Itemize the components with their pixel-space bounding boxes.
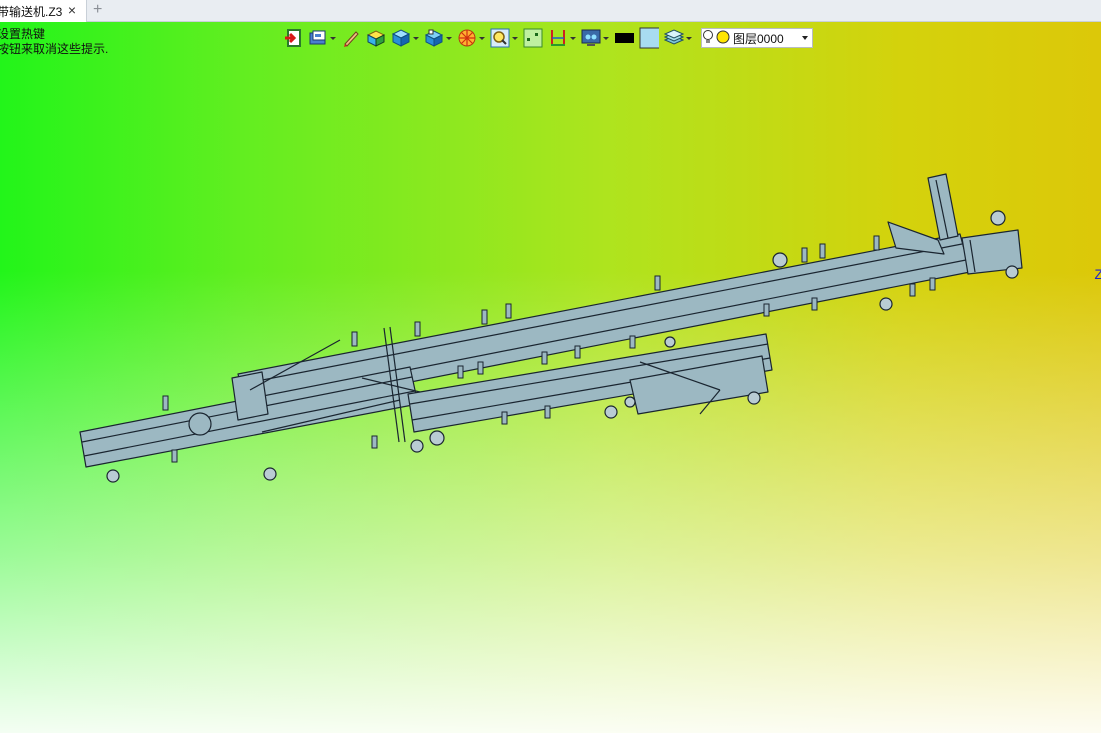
- solid-button[interactable]: [391, 28, 419, 48]
- transform-button[interactable]: [424, 28, 452, 48]
- 3d-viewport[interactable]: 设置热键 按钮来取消这些提示. Z 图层0000: [0, 22, 1101, 733]
- end-roller: [188, 412, 212, 436]
- left-block: [231, 371, 269, 421]
- chevron-down-icon[interactable]: [330, 36, 336, 40]
- document-tab-label: 带输送机.Z3: [0, 4, 63, 19]
- add-tab-icon[interactable]: +: [93, 1, 102, 19]
- chevron-down-icon[interactable]: [512, 36, 518, 40]
- chevron-down-icon[interactable]: [479, 36, 485, 40]
- main-toolbar: 图层0000: [283, 26, 813, 50]
- pen-icon: [341, 28, 361, 48]
- document-tab[interactable]: 带输送机.Z3 ×: [0, 0, 87, 22]
- view-button[interactable]: [308, 28, 336, 48]
- chevron-down-icon[interactable]: [686, 36, 692, 40]
- dimension-icon: [548, 28, 568, 48]
- layer-name: 图层0000: [733, 31, 784, 46]
- layers-button[interactable]: [664, 28, 692, 48]
- close-icon[interactable]: ×: [68, 3, 76, 17]
- chevron-down-icon[interactable]: [570, 36, 576, 40]
- chevron-down-icon[interactable]: [446, 36, 452, 40]
- sketch-button[interactable]: [341, 28, 361, 48]
- shape-button[interactable]: [366, 28, 386, 48]
- view-icon: [308, 28, 328, 48]
- frame-icon: [523, 28, 543, 48]
- color-black-button[interactable]: [614, 28, 634, 48]
- zoom-icon: [490, 28, 510, 48]
- color-lightblue-button[interactable]: [639, 27, 659, 49]
- color-lightblue-swatch: [639, 27, 659, 49]
- color-black-swatch: [614, 28, 634, 48]
- display-button[interactable]: [581, 28, 609, 48]
- frame-button[interactable]: [523, 28, 543, 48]
- bulb-icon[interactable]: [702, 29, 714, 48]
- chevron-down-icon[interactable]: [413, 36, 419, 40]
- render-button[interactable]: [457, 28, 485, 48]
- conveyor-model[interactable]: [0, 22, 1101, 733]
- layer-color-icon: [716, 30, 730, 47]
- layer-select[interactable]: 图层0000: [701, 28, 813, 48]
- chevron-down-icon[interactable]: [603, 36, 609, 40]
- cube-rotate-icon: [424, 28, 444, 48]
- dimension-button[interactable]: [548, 28, 576, 48]
- chevron-down-icon[interactable]: [802, 36, 808, 40]
- wheel-icon: [457, 28, 477, 48]
- exit-button[interactable]: [283, 28, 303, 48]
- tab-bar: 带输送机.Z3 × +: [0, 0, 1101, 22]
- tower: [927, 173, 959, 241]
- layers-icon: [664, 28, 684, 48]
- cube-blue-icon: [391, 28, 411, 48]
- zoom-button[interactable]: [490, 28, 518, 48]
- box-yellow-icon: [366, 28, 386, 48]
- exit-icon: [283, 28, 303, 48]
- display-icon: [581, 28, 601, 48]
